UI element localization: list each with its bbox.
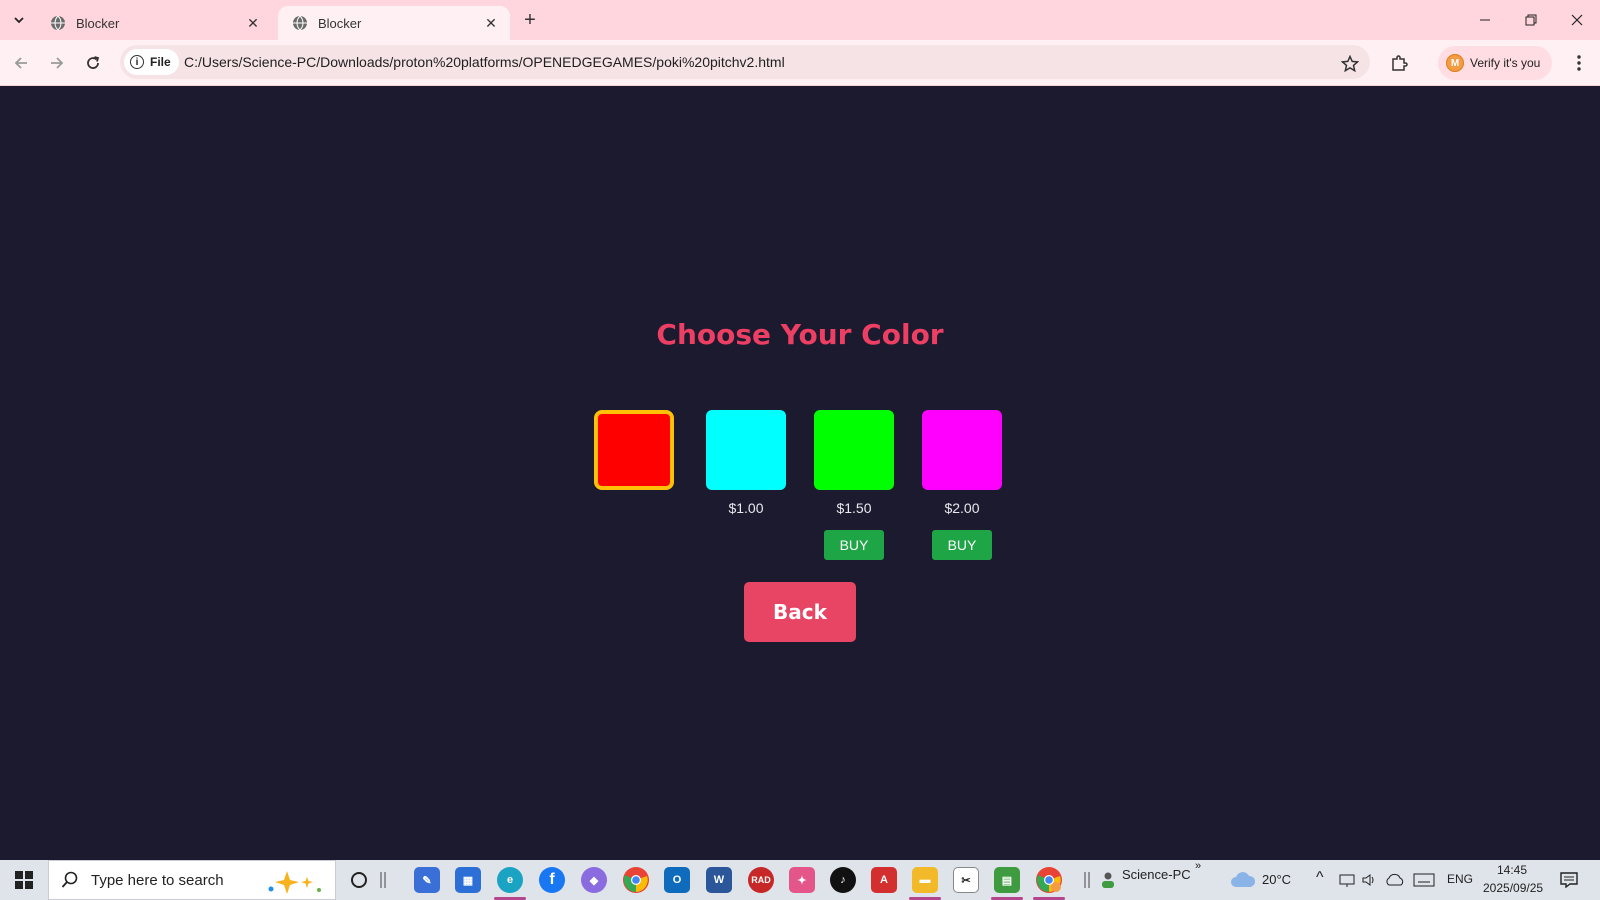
tab-strip: Blocker ✕ Blocker ✕ + <box>0 0 1600 40</box>
site-info-chip[interactable]: i File <box>124 49 179 75</box>
facebook-icon[interactable]: f <box>539 867 565 893</box>
copilot-app-icon[interactable]: ✦ <box>789 867 815 893</box>
copilot-icon[interactable]: ◆ <box>581 867 607 893</box>
color-swatch-cyan[interactable] <box>706 410 786 490</box>
more-vertical-icon <box>1577 55 1581 71</box>
onedrive-icon[interactable] <box>1384 867 1406 893</box>
language-label[interactable]: ENG <box>1447 872 1473 886</box>
chevron-down-icon <box>14 17 24 24</box>
clock-time[interactable]: 14:45 <box>1497 863 1527 877</box>
tab-blocker-2[interactable]: Blocker ✕ <box>278 6 510 40</box>
tab-search-button[interactable] <box>6 8 32 32</box>
back-nav-button[interactable] <box>8 50 34 76</box>
cortana-icon[interactable] <box>346 867 372 893</box>
price-label-green: $1.50 <box>836 500 872 516</box>
close-tab-icon[interactable]: ✕ <box>482 14 500 32</box>
close-window-button[interactable] <box>1554 0 1600 40</box>
weather-label[interactable]: 20°C <box>1262 872 1291 887</box>
file-explorer-icon[interactable]: ▬ <box>912 867 938 893</box>
restore-button[interactable] <box>1508 0 1554 40</box>
rad-icon[interactable]: RAD <box>748 867 774 893</box>
tiktok-icon[interactable]: ♪ <box>830 867 856 893</box>
network-icon[interactable] <box>1338 867 1356 893</box>
clock-date[interactable]: 2025/09/25 <box>1483 881 1543 895</box>
url-text[interactable]: C:/Users/Science-PC/Downloads/proton%20p… <box>184 54 785 70</box>
task-manager-icon[interactable]: ▤ <box>994 867 1020 893</box>
address-bar[interactable]: i File C:/Users/Science-PC/Downloads/pro… <box>120 45 1370 79</box>
reload-button[interactable] <box>80 50 106 76</box>
tab-title: Blocker <box>76 15 120 31</box>
profile-label: Verify it's you <box>1470 56 1541 70</box>
taskbar: Type here to search ✎ ▦ e f ◆ O W RAD ✦ … <box>0 860 1600 900</box>
close-icon <box>1571 14 1583 26</box>
chrome-icon[interactable] <box>623 867 649 893</box>
browser-menu-button[interactable] <box>1566 50 1592 76</box>
back-button[interactable]: Back <box>744 582 856 642</box>
chrome-profile-icon[interactable] <box>1036 867 1062 893</box>
windows-icon <box>15 871 33 889</box>
sparkle-icon <box>268 871 321 894</box>
bookmark-star-button[interactable] <box>1338 52 1362 76</box>
arrow-right-icon <box>51 57 64 69</box>
volume-icon[interactable] <box>1360 867 1378 893</box>
reload-icon <box>87 56 100 69</box>
color-swatch-red[interactable] <box>594 410 674 490</box>
restore-icon <box>1525 14 1537 26</box>
minimize-icon <box>1480 19 1490 21</box>
keyboard-icon[interactable] <box>1412 867 1436 893</box>
user-icon <box>1100 867 1116 893</box>
acrobat-icon[interactable]: A <box>871 867 897 893</box>
buy-button-magenta[interactable]: BUY <box>932 530 992 560</box>
forward-nav-button[interactable] <box>44 50 70 76</box>
buy-button-green[interactable]: BUY <box>824 530 884 560</box>
avatar: M <box>1446 54 1464 72</box>
page-content: Choose Your Color $1.00 $1.50 $2.00 BUY … <box>0 86 1600 860</box>
color-swatch-green[interactable] <box>814 410 894 490</box>
new-tab-button[interactable]: + <box>518 8 542 32</box>
cloud-icon[interactable] <box>1230 867 1256 893</box>
taskbar-search[interactable]: Type here to search <box>48 860 336 900</box>
color-swatch-magenta[interactable] <box>922 410 1002 490</box>
globe-icon <box>51 15 65 31</box>
tab-blocker-1[interactable]: Blocker ✕ <box>36 6 272 40</box>
tab-title: Blocker <box>318 15 362 31</box>
store-icon[interactable]: ▦ <box>455 867 481 893</box>
word-icon[interactable]: W <box>706 867 732 893</box>
more-toolbars-icon[interactable]: » <box>1195 860 1201 872</box>
search-placeholder: Type here to search <box>91 871 224 889</box>
arrow-left-icon <box>14 57 27 69</box>
outlook-icon[interactable]: O <box>664 867 690 893</box>
page-title: Choose Your Color <box>656 318 944 351</box>
start-button[interactable] <box>0 860 48 900</box>
profile-verify-button[interactable]: M Verify it's you <box>1438 46 1553 80</box>
taskbar-user-label[interactable]: Science-PC <box>1122 867 1191 882</box>
globe-icon <box>293 15 307 31</box>
close-tab-icon[interactable]: ✕ <box>244 14 262 32</box>
star-icon <box>1341 55 1359 73</box>
puzzle-icon <box>1392 55 1408 71</box>
price-label-cyan: $1.00 <box>728 500 764 516</box>
snipping-icon[interactable]: ✂ <box>953 867 979 893</box>
site-info-label: File <box>150 55 171 69</box>
minimize-button[interactable] <box>1462 0 1508 40</box>
search-icon <box>61 871 78 888</box>
price-label-magenta: $2.00 <box>944 500 980 516</box>
chevron-up-icon[interactable]: ^ <box>1316 869 1324 887</box>
toolbar-divider <box>1082 867 1092 893</box>
extensions-button[interactable] <box>1386 50 1412 76</box>
edge-icon[interactable]: e <box>497 867 523 893</box>
info-icon: i <box>130 55 144 69</box>
notes-app-icon[interactable]: ✎ <box>414 867 440 893</box>
notifications-icon[interactable] <box>1558 867 1580 893</box>
task-view-icon[interactable] <box>378 867 388 893</box>
